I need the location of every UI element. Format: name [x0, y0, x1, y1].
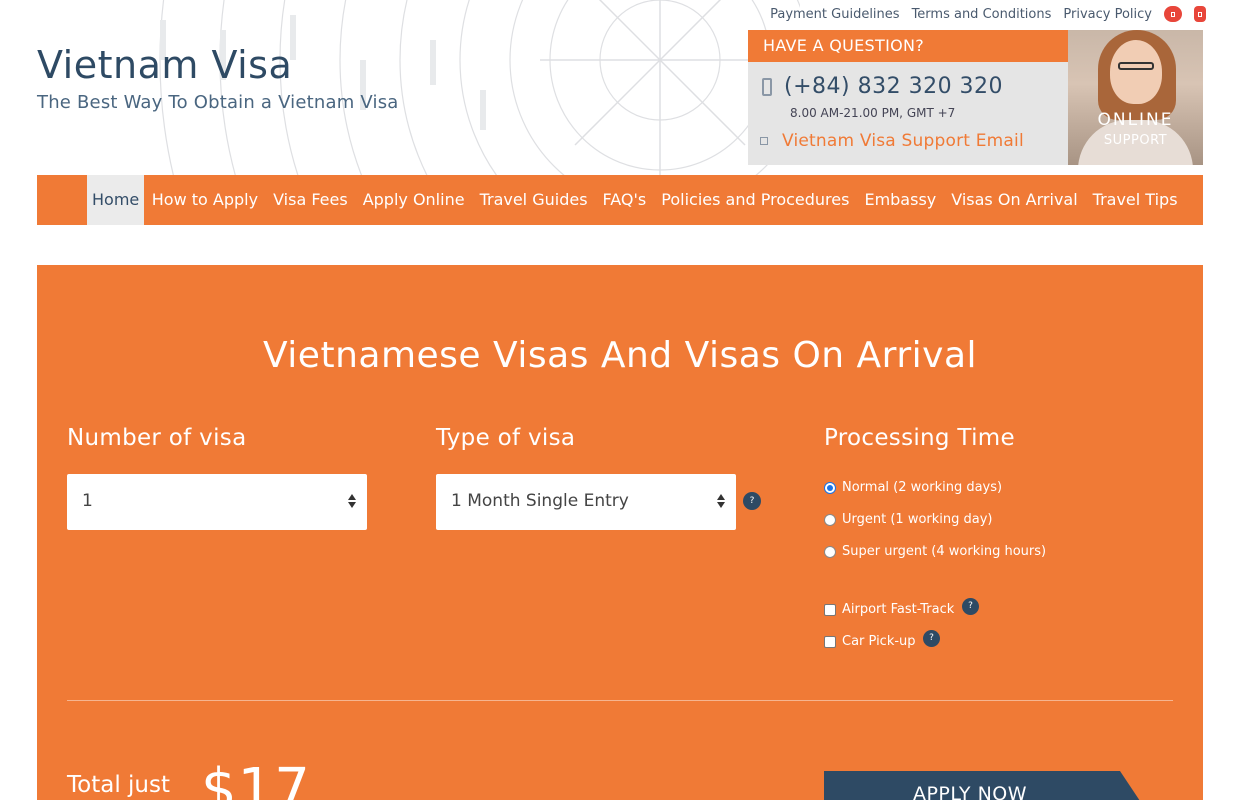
main-nav: Home How to Apply Visa Fees Apply Online…: [37, 175, 1203, 225]
support-email-link[interactable]: Vietnam Visa Support Email: [782, 131, 1024, 151]
number-of-visa-select[interactable]: 1: [67, 474, 367, 530]
payment-guidelines-link[interactable]: Payment Guidelines: [770, 7, 899, 22]
select-arrows-icon: [717, 494, 725, 510]
visa-calculator-panel: Vietnamese Visas And Visas On Arrival Nu…: [37, 265, 1203, 800]
extra-car-pickup[interactable]: Car Pick-up: [824, 634, 916, 649]
extra-label: Airport Fast-Track: [842, 602, 955, 617]
radio-normal[interactable]: [824, 481, 836, 494]
help-icon[interactable]: ?: [962, 598, 979, 615]
phone-row: (+84) 832 320 320: [762, 74, 1003, 99]
phone-icon: [762, 77, 772, 96]
panel-divider: [67, 700, 1173, 701]
number-of-visa-value: 1: [82, 491, 93, 511]
help-icon[interactable]: ?: [743, 492, 761, 510]
brand: Vietnam Visa The Best Way To Obtain a Vi…: [37, 42, 399, 113]
processing-option-super-urgent[interactable]: Super urgent (4 working hours): [824, 544, 1046, 559]
type-of-visa-select[interactable]: 1 Month Single Entry: [436, 474, 736, 530]
social-icon[interactable]: [1194, 6, 1206, 22]
mail-icon: [760, 137, 768, 145]
type-of-visa-value: 1 Month Single Entry: [451, 491, 629, 511]
help-icon[interactable]: ?: [923, 630, 940, 647]
type-of-visa-label: Type of visa: [436, 425, 576, 451]
apply-now-button[interactable]: APPLY NOW: [824, 771, 1140, 800]
support-photo-face: [1110, 40, 1162, 104]
nav-item-travel-guides[interactable]: Travel Guides: [472, 175, 595, 225]
page: Payment Guidelines Terms and Conditions …: [0, 0, 1240, 800]
total-price: $17: [201, 757, 311, 800]
nav-item-policies[interactable]: Policies and Procedures: [654, 175, 857, 225]
site-title[interactable]: Vietnam Visa: [37, 42, 399, 88]
phone-number[interactable]: (+84) 832 320 320: [784, 74, 1003, 99]
support-photo-glasses: [1118, 62, 1154, 70]
nav-item-apply-online[interactable]: Apply Online: [355, 175, 472, 225]
panel-title: Vietnamese Visas And Visas On Arrival: [262, 335, 978, 376]
processing-option-normal[interactable]: Normal (2 working days): [824, 480, 1002, 495]
question-box: HAVE A QUESTION? (+84) 832 320 320 8.00 …: [748, 30, 1068, 165]
processing-option-urgent[interactable]: Urgent (1 working day): [824, 512, 993, 527]
nav-item-home[interactable]: Home: [87, 175, 145, 225]
processing-option-label: Urgent (1 working day): [842, 512, 993, 527]
extra-airport-fast-track[interactable]: Airport Fast-Track: [824, 602, 954, 617]
processing-time-label: Processing Time: [824, 425, 1015, 451]
radio-super-urgent[interactable]: [824, 545, 836, 558]
apply-now-label: APPLY NOW: [912, 783, 1028, 800]
nav-item-visas-on-arrival[interactable]: Visas On Arrival: [944, 175, 1085, 225]
processing-option-label: Normal (2 working days): [842, 480, 1003, 495]
support-label-support: SUPPORT: [1103, 133, 1168, 148]
online-support-banner[interactable]: ONLINE SUPPORT: [1068, 30, 1203, 165]
terms-link[interactable]: Terms and Conditions: [912, 7, 1052, 22]
processing-option-label: Super urgent (4 working hours): [842, 544, 1047, 559]
checkbox-airport-fast-track[interactable]: [824, 603, 836, 616]
email-row: Vietnam Visa Support Email: [760, 131, 1024, 151]
nav-item-embassy[interactable]: Embassy: [857, 175, 944, 225]
extra-label: Car Pick-up: [842, 634, 916, 649]
number-of-visa-label: Number of visa: [67, 425, 247, 451]
nav-item-travel-tips[interactable]: Travel Tips: [1085, 175, 1185, 225]
top-links: Payment Guidelines Terms and Conditions …: [770, 6, 1206, 22]
checkbox-car-pickup[interactable]: [824, 635, 836, 648]
nav-item-visa-fees[interactable]: Visa Fees: [266, 175, 356, 225]
radio-urgent[interactable]: [824, 513, 836, 526]
question-heading: HAVE A QUESTION?: [748, 30, 1068, 62]
nav-item-how-to-apply[interactable]: How to Apply: [144, 175, 265, 225]
privacy-link[interactable]: Privacy Policy: [1063, 7, 1152, 22]
support-hours: 8.00 AM-21.00 PM, GMT +7: [790, 106, 956, 120]
nav-item-faqs[interactable]: FAQ's: [595, 175, 654, 225]
select-arrows-icon: [348, 494, 356, 510]
site-tagline: The Best Way To Obtain a Vietnam Visa: [37, 92, 399, 113]
support-label-online: ONLINE: [1097, 110, 1174, 130]
total-label: Total just: [67, 772, 170, 798]
social-icon[interactable]: [1164, 6, 1182, 22]
